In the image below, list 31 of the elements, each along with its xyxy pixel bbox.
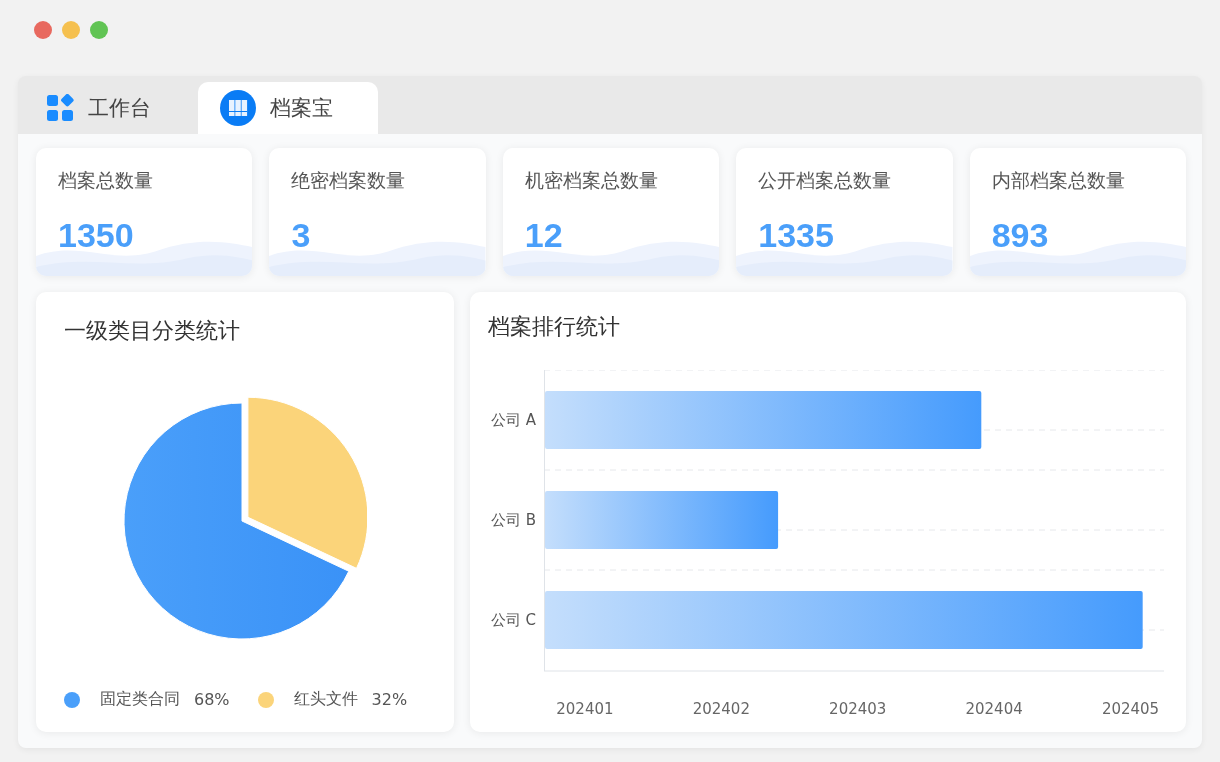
legend-percent: 32% bbox=[371, 690, 408, 709]
axis-label: 202402 bbox=[692, 700, 750, 718]
app-grid-icon bbox=[46, 94, 74, 122]
stat-value: 893 bbox=[991, 216, 1050, 255]
binders-icon bbox=[220, 90, 256, 126]
axis-label: 202401 bbox=[556, 700, 614, 718]
axis-label: 公司 C bbox=[490, 610, 536, 630]
stat-label: 机密档案总数量 bbox=[524, 168, 659, 193]
stat-label: 档案总数量 bbox=[58, 168, 154, 193]
stat-value: 1350 bbox=[58, 216, 135, 255]
stat-value: 12 bbox=[524, 216, 564, 255]
axis-label: 202403 bbox=[829, 700, 887, 718]
legend-label: 固定类合同 bbox=[100, 689, 180, 710]
legend-percent: 68% bbox=[194, 690, 230, 709]
stat-label: 绝密档案数量 bbox=[291, 168, 407, 193]
stat-label: 公开档案总数量 bbox=[758, 168, 893, 193]
tab[interactable]: 档案宝 bbox=[198, 82, 378, 134]
stat-value: 3 bbox=[291, 216, 312, 255]
legend-label: 红头文件 bbox=[293, 689, 358, 710]
window-control-dot[interactable] bbox=[62, 21, 80, 39]
axis-label: 公司 A bbox=[490, 410, 536, 430]
axis-label: 202404 bbox=[965, 700, 1023, 718]
tab[interactable]: 工作台 bbox=[18, 82, 198, 134]
axis-label: 202405 bbox=[1101, 700, 1160, 718]
stat-value: 1335 bbox=[758, 216, 835, 255]
axis-label: 公司 B bbox=[490, 510, 536, 530]
window-control-dot[interactable] bbox=[34, 21, 52, 39]
window-control-dot[interactable] bbox=[90, 21, 108, 39]
panel-title: 档案排行统计 bbox=[488, 313, 620, 341]
stat-label: 内部档案总数量 bbox=[991, 168, 1126, 193]
panel-title: 一级类目分类统计 bbox=[64, 317, 240, 345]
